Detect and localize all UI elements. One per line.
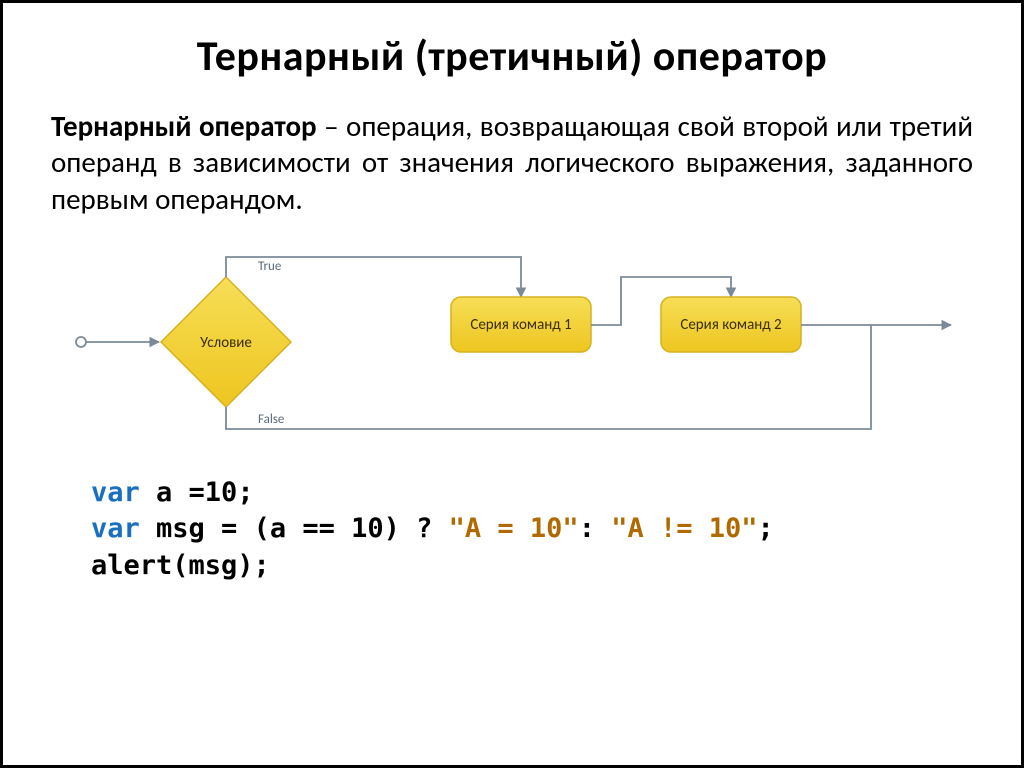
code-text: ; <box>758 513 774 544</box>
slide-title: Тернарный (третичный) оператор <box>51 31 973 82</box>
keyword-var: var <box>91 513 140 544</box>
condition-label: Условие <box>200 334 252 352</box>
definition-paragraph: Тернарный оператор – операция, возвращаю… <box>51 108 973 217</box>
code-example: var a =10; var msg = (a == 10) ? "A = 10… <box>91 475 973 584</box>
definition-term: Тернарный оператор <box>51 108 317 144</box>
slide: Тернарный (третичный) оператор Тернарный… <box>0 0 1024 768</box>
flow-diagram: Условие True Серия команд 1 Серия команд… <box>51 237 973 447</box>
code-line-2: var msg = (a == 10) ? "A = 10": "A != 10… <box>91 511 973 547</box>
code-text: a =10; <box>140 477 254 508</box>
keyword-var: var <box>91 477 140 508</box>
string-literal: "A = 10" <box>449 513 579 544</box>
code-line-1: var a =10; <box>91 475 973 511</box>
flow-svg: Условие True Серия команд 1 Серия команд… <box>51 237 971 447</box>
false-label: False <box>258 412 284 427</box>
code-text: : <box>579 513 612 544</box>
code-line-3: alert(msg); <box>91 548 973 584</box>
true-label: True <box>258 259 281 274</box>
entry-node-icon <box>76 337 86 347</box>
string-literal: "A != 10" <box>611 513 757 544</box>
code-text: msg = (a == 10) ? <box>140 513 449 544</box>
block2-label: Серия команд 2 <box>680 316 781 334</box>
block1-label: Серия команд 1 <box>470 316 571 334</box>
